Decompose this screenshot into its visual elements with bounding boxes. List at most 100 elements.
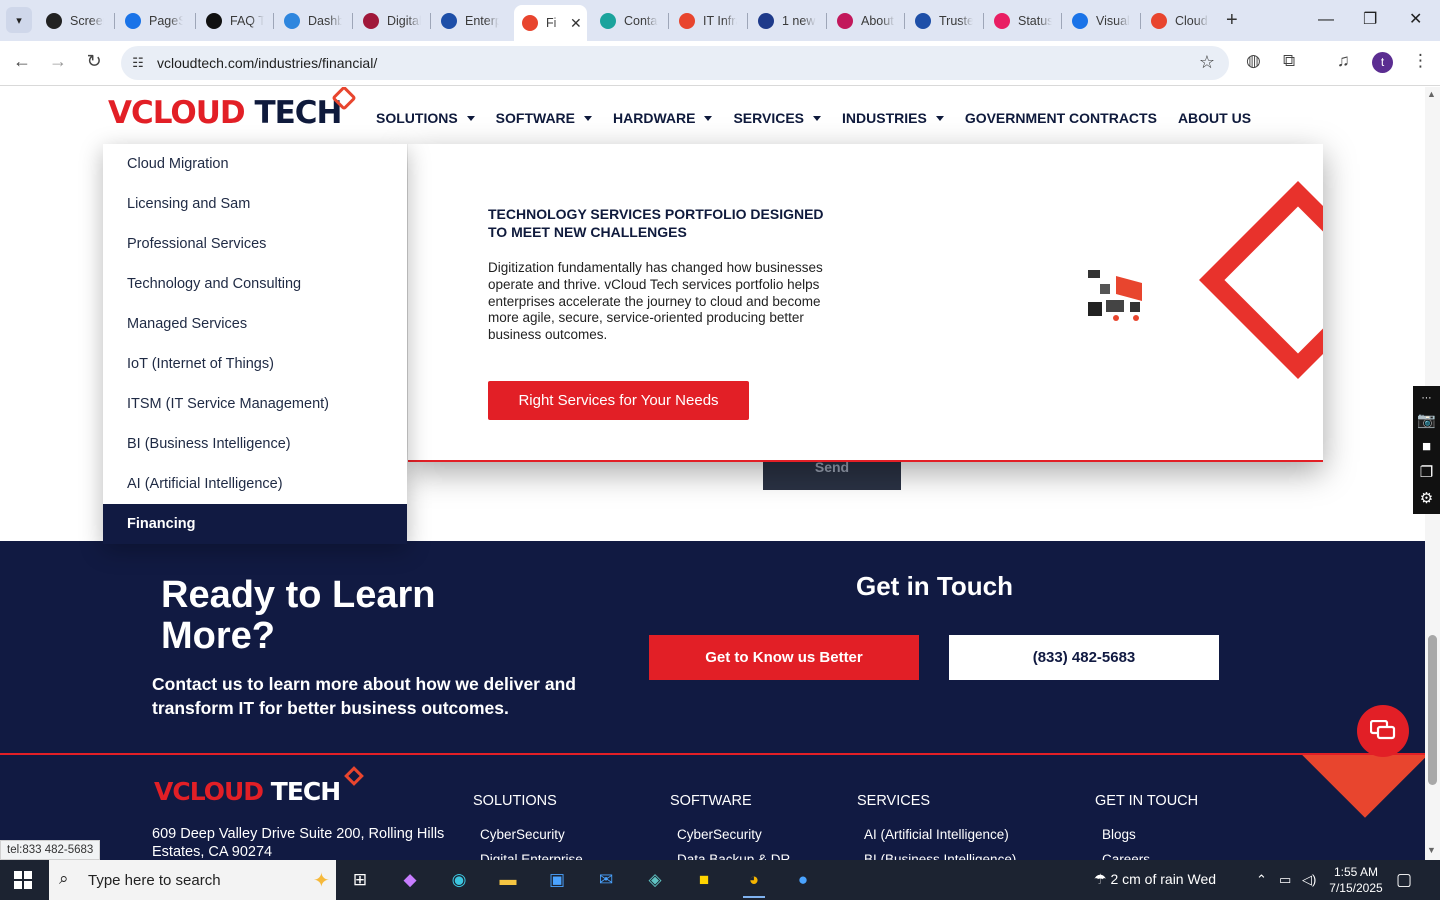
taskbar-search[interactable]: ⌕ Type here to search ✦ (49, 860, 336, 900)
footer-link[interactable]: CyberSecurity (677, 827, 762, 842)
browser-tab[interactable]: Fi ✕ (514, 5, 587, 41)
tab-separator (668, 13, 669, 29)
url-text[interactable]: vcloudtech.com/industries/financial/ (157, 55, 377, 71)
reload-button[interactable]: ↻ (82, 51, 106, 72)
chat-icon[interactable] (1357, 705, 1409, 757)
scroll-thumb[interactable] (1428, 635, 1437, 785)
copilot-icon[interactable]: ◆ (393, 866, 427, 894)
dropdown-item[interactable]: Managed Services (103, 304, 407, 344)
footer-link[interactable]: BI (Business Intelligence) (864, 852, 1016, 860)
dropdown-item[interactable]: ITSM (IT Service Management) (103, 384, 407, 424)
network-icon[interactable]: ▭ (1279, 872, 1291, 888)
settings-gear-icon[interactable]: ⚙ (1413, 486, 1440, 512)
mail-icon[interactable]: ✉ (589, 866, 623, 894)
dropdown-item[interactable]: Cloud Migration (103, 144, 407, 184)
minimize-button[interactable]: — (1318, 10, 1334, 30)
tab-separator (983, 13, 984, 29)
nav-item-solutions[interactable]: SOLUTIONS (376, 110, 475, 126)
widget-handle-icon[interactable]: ⋯ (1413, 386, 1440, 408)
dropdown-item[interactable]: Technology and Consulting (103, 264, 407, 304)
dropdown-item[interactable]: Licensing and Sam (103, 184, 407, 224)
tab-close-icon[interactable]: ✕ (570, 15, 582, 32)
media-control-icon[interactable]: ♫ (1337, 51, 1350, 71)
dropdown-item[interactable]: Professional Services (103, 224, 407, 264)
browser-tab[interactable]: PageSpeed (117, 6, 193, 35)
browser-tab[interactable]: Enterprise (433, 6, 509, 35)
browser-tab[interactable]: Cloud (1143, 6, 1219, 35)
browser-tab[interactable]: FAQ T (198, 6, 274, 35)
footer-decoration (1290, 755, 1425, 860)
zoom-icon[interactable]: ● (786, 866, 820, 894)
file-explorer-icon[interactable]: ▬ (491, 866, 525, 894)
footer-link[interactable]: Blogs (1102, 827, 1136, 842)
browser-tab[interactable]: IT Infra (671, 6, 747, 35)
app-diamond-icon[interactable]: ◈ (638, 866, 672, 894)
nav-item-government-contracts[interactable]: GOVERNMENT CONTRACTS (965, 110, 1157, 126)
extensions-icon[interactable]: ⧉ (1283, 51, 1295, 71)
get-to-know-button[interactable]: Get to Know us Better (649, 635, 919, 680)
volume-icon[interactable]: ◁) (1302, 872, 1316, 888)
forward-button[interactable]: → (46, 51, 70, 72)
site-info-icon[interactable]: ☷ (128, 53, 148, 73)
clock[interactable]: 1:55 AM 7/15/2025 (1326, 864, 1386, 896)
profile-avatar[interactable]: t (1372, 52, 1393, 73)
browser-toolbar: ← → ↻ ☷ vcloudtech.com/industries/financ… (0, 41, 1440, 86)
close-window-button[interactable]: ✕ (1409, 10, 1422, 30)
notifications-icon[interactable]: ▢ (1396, 870, 1412, 890)
browser-tab[interactable]: Dashboard (276, 6, 352, 35)
footer-column-heading: SOLUTIONS (473, 793, 557, 809)
window-icon[interactable]: ❐ (1413, 460, 1440, 486)
browser-tab[interactable]: Screen (38, 6, 114, 35)
site-logo[interactable]: VCLOUD TECH (108, 95, 342, 131)
new-tab-button[interactable]: + (1226, 10, 1238, 30)
browser-tab[interactable]: Trusted (907, 6, 983, 35)
store-icon[interactable]: ▣ (540, 866, 574, 894)
scroll-down-icon[interactable]: ▼ (1427, 845, 1436, 855)
send-button[interactable]: Send (763, 460, 901, 490)
mega-description: Digitization fundamentally has changed h… (488, 260, 823, 343)
browser-tab[interactable]: Contact (592, 6, 668, 35)
browser-tab[interactable]: Status (986, 6, 1062, 35)
phone-button[interactable]: (833) 482-5683 (949, 635, 1219, 680)
browser-tab[interactable]: Visual (1064, 6, 1140, 35)
dropdown-item[interactable]: AI (Artificial Intelligence) (103, 464, 407, 504)
tray-expand-icon[interactable]: ⌃ (1256, 872, 1267, 888)
video-icon[interactable]: ■ (1413, 434, 1440, 460)
footer-link[interactable]: AI (Artificial Intelligence) (864, 827, 1009, 842)
dropdown-item[interactable]: BI (Business Intelligence) (103, 424, 407, 464)
footer-link[interactable]: Digital Enterprise (480, 852, 583, 860)
dropdown-item[interactable]: IoT (Internet of Things) (103, 344, 407, 384)
browser-tab[interactable]: Digital (355, 6, 431, 35)
tab-search-button[interactable]: ▾ (6, 7, 32, 33)
footer-link[interactable]: Careers (1102, 852, 1150, 860)
footer-logo[interactable]: VCLOUD TECH (154, 777, 341, 806)
menu-kebab-icon[interactable]: ⋮ (1412, 51, 1429, 71)
maximize-button[interactable]: ❐ (1363, 10, 1377, 30)
footer-link[interactable]: Data Backup & DR (677, 852, 790, 860)
browser-tab[interactable]: 1 new (750, 6, 826, 35)
camera-icon[interactable]: 📷 (1413, 408, 1440, 434)
start-button[interactable] (14, 871, 32, 889)
v-icon (363, 12, 379, 29)
nav-item-services[interactable]: SERVICES (733, 110, 822, 126)
nav-item-about-us[interactable]: ABOUT US (1178, 110, 1251, 126)
address-bar[interactable]: ☷ vcloudtech.com/industries/financial/ ☆ (121, 46, 1229, 80)
nav-item-industries[interactable]: INDUSTRIES (842, 110, 944, 126)
nav-item-hardware[interactable]: HARDWARE (613, 110, 713, 126)
decorative-diamond-icon (1199, 181, 1323, 379)
translate-icon[interactable]: ◍ (1246, 51, 1261, 71)
nav-item-software[interactable]: SOFTWARE (496, 110, 593, 126)
chrome-icon[interactable]: ◕ (737, 866, 771, 898)
right-services-button[interactable]: Right Services for Your Needs (488, 381, 749, 420)
bookmark-star-icon[interactable]: ☆ (1199, 52, 1215, 73)
browser-tab[interactable]: About (829, 6, 905, 35)
dropdown-item[interactable]: Financing (103, 504, 407, 544)
scroll-up-icon[interactable]: ▲ (1427, 89, 1436, 99)
sticky-notes-icon[interactable]: ■ (687, 866, 721, 894)
edge-icon[interactable]: ◉ (442, 866, 476, 894)
weather-widget[interactable]: ☂ 2 cm of rain Wed (1094, 871, 1216, 888)
task-view-icon[interactable]: ⊞ (343, 866, 377, 894)
tab-separator (430, 13, 431, 29)
back-button[interactable]: ← (10, 51, 34, 72)
footer-link[interactable]: CyberSecurity (480, 827, 565, 842)
